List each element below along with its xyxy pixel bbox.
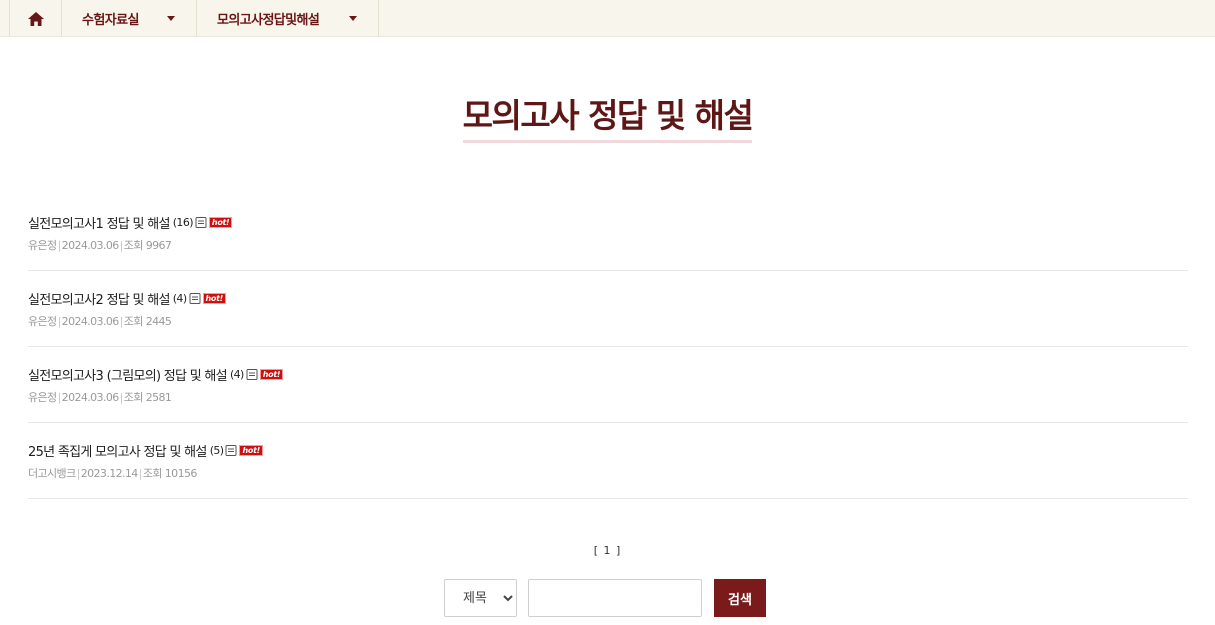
pagination[interactable]: [ 1 ] [0,544,1215,557]
post-author: 더고시뱅크 [28,467,76,480]
post-title[interactable]: 실전모의고사3 (그림모의) 정답 및 해설 [28,365,228,384]
nav-menu-label: 모의고사정답및해설 [217,13,320,28]
post-author: 유은정 [28,391,57,404]
post-author: 유은정 [28,315,57,328]
post-date: 2024.03.06 [61,391,120,404]
views-label: 조회 [123,315,144,328]
post-date: 2024.03.06 [61,315,120,328]
search-field-select[interactable]: 제목 [444,579,517,617]
view-count: 9967 [145,239,172,252]
caret-down-icon [167,16,175,21]
comment-count: (5) [209,444,224,457]
comment-count: (16) [172,216,194,229]
comment-count: (4) [172,292,187,305]
views-label: 조회 [123,239,144,252]
page-title: 모의고사 정답 및 해설 [462,95,754,143]
post-meta: 유은정|2024.03.06|조회 2581 [28,391,172,404]
post-meta: 유은정|2024.03.06|조회 9967 [28,239,172,252]
list-item: 실전모의고사3 (그림모의) 정답 및 해설 (4) hot! 유은정|2024… [28,347,1188,423]
view-count: 10156 [164,467,198,480]
list-item: 실전모의고사2 정답 및 해설 (4) hot! 유은정|2024.03.06|… [28,271,1188,347]
home-icon [27,11,44,26]
post-link[interactable]: 실전모의고사3 (그림모의) 정답 및 해설 (4) hot! [28,365,284,384]
hot-badge: hot! [202,293,226,304]
list-item: 실전모의고사1 정답 및 해설 (16) hot! 유은정|2024.03.06… [28,195,1188,271]
attachment-icon [246,369,258,380]
post-title[interactable]: 25년 족집게 모의고사 정답 및 해설 [28,441,207,460]
post-title[interactable]: 실전모의고사1 정답 및 해설 [28,213,170,232]
views-label: 조회 [142,467,163,480]
nav-menu-label: 수험자료실 [82,13,139,28]
search-input[interactable] [528,579,702,617]
view-count: 2581 [145,391,172,404]
comment-count: (4) [229,368,244,381]
post-meta: 더고시뱅크|2023.12.14|조회 10156 [28,467,198,480]
post-list: 실전모의고사1 정답 및 해설 (16) hot! 유은정|2024.03.06… [28,195,1188,499]
attachment-icon [195,217,207,228]
post-date: 2024.03.06 [61,239,120,252]
hot-badge: hot! [239,445,263,456]
top-navigation: 수험자료실 모의고사정답및해설 [0,0,1215,37]
post-link[interactable]: 실전모의고사2 정답 및 해설 (4) hot! [28,289,226,308]
attachment-icon [225,445,237,456]
view-count: 2445 [145,315,172,328]
hot-badge: hot! [208,217,233,228]
nav-menu-exam-materials[interactable]: 수험자료실 [62,0,197,37]
views-label: 조회 [123,391,144,404]
post-link[interactable]: 실전모의고사1 정답 및 해설 (16) hot! [28,213,233,232]
post-author: 유은정 [28,239,57,252]
post-meta: 유은정|2024.03.06|조회 2445 [28,315,172,328]
post-title[interactable]: 실전모의고사2 정답 및 해설 [28,289,170,308]
post-date: 2023.12.14 [80,467,139,480]
nav-menu-mock-exam-answers[interactable]: 모의고사정답및해설 [197,0,379,37]
hot-badge: hot! [259,369,284,380]
home-button[interactable] [9,0,62,37]
caret-down-icon [349,16,357,21]
search-button[interactable]: 검색 [714,579,766,617]
page-title-wrapper: 모의고사 정답 및 해설 [0,95,1215,143]
attachment-icon [189,293,201,304]
list-item: 25년 족집게 모의고사 정답 및 해설 (5) hot! 더고시뱅크|2023… [28,423,1188,499]
post-link[interactable]: 25년 족집게 모의고사 정답 및 해설 (5) hot! [28,441,263,460]
